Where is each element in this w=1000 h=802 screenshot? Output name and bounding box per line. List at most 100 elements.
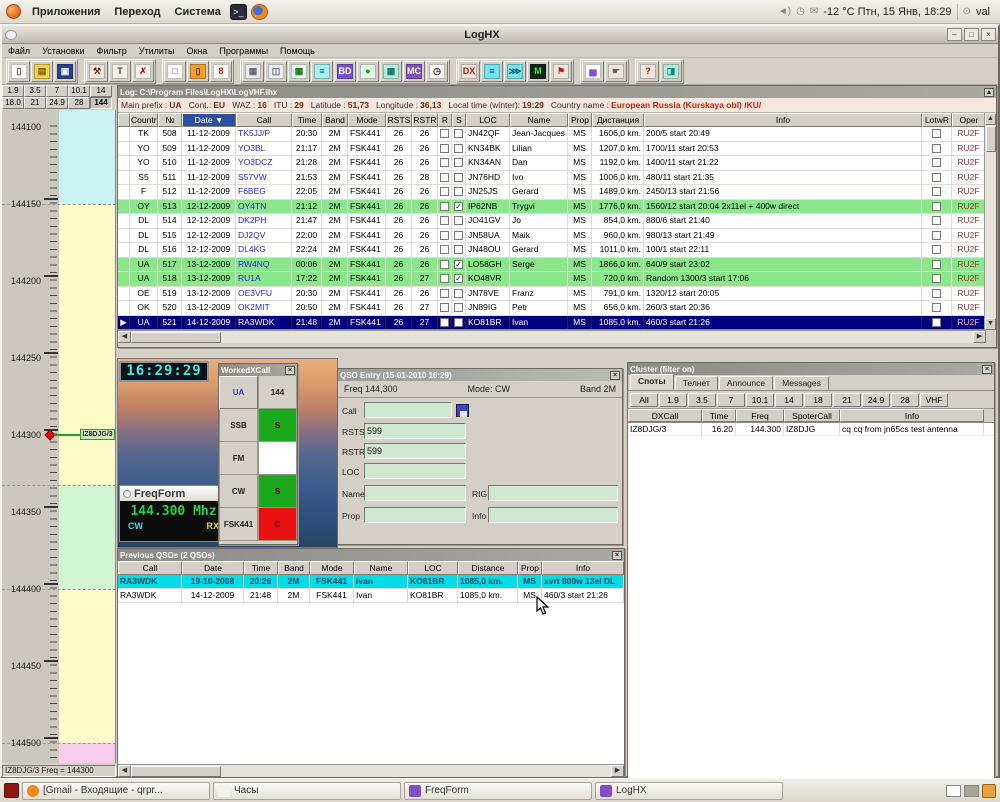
checkbox[interactable] xyxy=(932,289,941,298)
cluster-band-18[interactable]: 18 xyxy=(804,393,832,407)
checkbox[interactable] xyxy=(454,303,463,312)
cluster-band-14[interactable]: 14 xyxy=(775,393,803,407)
checkbox[interactable] xyxy=(440,318,449,327)
checkbox[interactable] xyxy=(454,187,463,196)
menu-Файл[interactable]: Файл xyxy=(8,46,30,56)
band-button-24.9[interactable]: 24.9 xyxy=(46,97,68,109)
delete-qso-button[interactable]: ✗ xyxy=(132,61,154,82)
help-button[interactable]: ? xyxy=(637,61,659,82)
card-view-button[interactable]: ◫ xyxy=(265,61,287,82)
table-row[interactable]: DL51612-12-2009DL4KG22:242MFSK4412626JN4… xyxy=(118,243,996,258)
worked-prefix-button[interactable]: UA xyxy=(219,376,258,409)
band-button-3.5[interactable]: 3.5 xyxy=(24,85,46,97)
journal-button[interactable]: ▯ xyxy=(187,61,209,82)
column-header-indicator[interactable] xyxy=(118,113,130,127)
dx-button[interactable]: DX xyxy=(458,61,480,82)
rsts-input[interactable]: 599 xyxy=(364,423,466,439)
map-button[interactable]: ▦ xyxy=(380,61,402,82)
user-name[interactable]: val xyxy=(976,6,994,18)
loghx-titlebar[interactable]: LogHX – □ × xyxy=(2,26,998,44)
checkbox[interactable] xyxy=(932,231,941,240)
checkbox[interactable] xyxy=(454,129,463,138)
minimize-button[interactable]: – xyxy=(947,28,962,41)
table-row[interactable]: OK52013-12-2009OK2MIT20:502MFSK4412627JN… xyxy=(118,301,996,316)
prev-column-Prop[interactable]: Prop xyxy=(518,561,542,575)
previous-hscrollbar[interactable]: ◀ ▶ xyxy=(118,764,624,777)
distro-logo-icon[interactable] xyxy=(6,4,21,19)
checkbox[interactable] xyxy=(454,216,463,225)
table-row[interactable]: OY51312-12-2009OY4TN21:122MFSK4412626✓IP… xyxy=(118,200,996,215)
clock-weather-applet[interactable]: -12 °C Птн, 15 Янв, 18:29 xyxy=(823,6,951,18)
checkbox[interactable] xyxy=(932,202,941,211)
prev-column-Date[interactable]: Date xyxy=(182,561,244,575)
checkbox[interactable] xyxy=(440,289,449,298)
close-button[interactable]: × xyxy=(981,28,996,41)
checkbox[interactable] xyxy=(454,231,463,240)
workspace-2[interactable] xyxy=(964,785,979,797)
taskbar-button--[interactable]: Часы xyxy=(213,782,401,800)
firefox-launcher-icon[interactable] xyxy=(251,4,268,20)
column-header-Prop[interactable]: Prop xyxy=(568,113,592,127)
checkbox[interactable] xyxy=(440,158,449,167)
previous-qsos-titlebar[interactable]: Previous QSOs (2 QSOs) × xyxy=(118,549,624,561)
clock-tool-button[interactable]: ◷ xyxy=(426,61,448,82)
scroll-thumb[interactable] xyxy=(131,766,221,777)
prop-input[interactable] xyxy=(364,507,466,523)
table-row[interactable]: ▶UA52114-12-2009RA3WDK21:482MFSK4412627K… xyxy=(118,316,996,331)
prev-column-Band[interactable]: Band xyxy=(278,561,310,575)
calendar-button[interactable]: 8 xyxy=(210,61,232,82)
scroll-down-icon[interactable]: ▼ xyxy=(985,318,996,330)
column-header-LOC[interactable]: LOC xyxy=(466,113,510,127)
cluster-band-3.5[interactable]: 3.5 xyxy=(688,393,716,407)
desktop-menu-Переход[interactable]: Переход xyxy=(114,6,160,18)
checkbox[interactable] xyxy=(440,202,449,211)
trash-icon[interactable] xyxy=(982,784,996,798)
cluster-band-VHF[interactable]: VHF xyxy=(920,393,948,407)
window-button[interactable]: □ xyxy=(164,61,186,82)
call-input[interactable] xyxy=(364,402,452,418)
spot-pin-button[interactable]: ⚑ xyxy=(550,61,572,82)
band-button-14[interactable]: 14 xyxy=(90,85,112,97)
cluster-column-DXCall[interactable]: DXCall xyxy=(628,409,702,422)
checkbox[interactable] xyxy=(440,260,449,269)
freqform-titlebar[interactable]: FreqForm xyxy=(120,486,227,501)
checkbox[interactable] xyxy=(454,158,463,167)
column-header-Country[interactable]: Country xyxy=(130,113,158,127)
cluster-band-1.9[interactable]: 1.9 xyxy=(659,393,687,407)
checkbox[interactable] xyxy=(440,144,449,153)
table-row[interactable]: S551111-12-2009S57VW21:532MFSK4412628JN7… xyxy=(118,171,996,186)
checkbox[interactable] xyxy=(440,303,449,312)
table-row[interactable]: DL51512-12-2009DJ2QV22:002MFSK4412626JN5… xyxy=(118,229,996,244)
taskbar-button-FreqForm[interactable]: FreqForm xyxy=(404,782,592,800)
column-header-Band[interactable]: Band xyxy=(322,113,348,127)
checkbox[interactable] xyxy=(440,274,449,283)
table-row[interactable]: YO50911-12-2009YO3BL21:172MFSK4412626KN3… xyxy=(118,142,996,157)
rig-input[interactable] xyxy=(488,485,618,501)
grid-view-button[interactable]: ▦ xyxy=(242,61,264,82)
workedxcall-close-icon[interactable]: × xyxy=(285,366,295,375)
cluster-column-Time[interactable]: Time xyxy=(702,409,736,422)
table-row[interactable]: UA51813-12-2009RU1A17:222MFSK4412627✓KO4… xyxy=(118,272,996,287)
power-icon[interactable]: ⊙ xyxy=(963,6,971,17)
exit-button[interactable]: ◨ xyxy=(660,61,682,82)
scroll-up-icon[interactable]: ▲ xyxy=(985,113,996,125)
save-log-button[interactable]: ▣ xyxy=(54,61,76,82)
column-header-№[interactable]: № xyxy=(158,113,182,127)
checkbox[interactable] xyxy=(440,129,449,138)
checkbox-checked[interactable]: ✓ xyxy=(454,202,463,211)
band-button-1.9[interactable]: 1.9 xyxy=(2,85,24,97)
worked-status-CW[interactable]: S xyxy=(258,475,297,508)
tab-Споты[interactable]: Споты xyxy=(630,374,674,390)
desktop-menu-Приложения[interactable]: Приложения xyxy=(32,6,100,18)
workspace-1[interactable] xyxy=(946,785,961,797)
worked-status-FSK441[interactable]: C xyxy=(258,508,297,541)
globe-button[interactable]: ● xyxy=(357,61,379,82)
menu-Утилиты[interactable]: Утилиты xyxy=(139,46,175,56)
prev-column-Call[interactable]: Call xyxy=(118,561,182,575)
save-qso-icon[interactable] xyxy=(456,404,469,417)
cluster-band-7[interactable]: 7 xyxy=(717,393,745,407)
cluster-column-Info[interactable]: Info xyxy=(840,409,984,422)
table-row[interactable]: DL51412-12-2009DK2PH21:472MFSK4412626JO4… xyxy=(118,214,996,229)
checkbox[interactable] xyxy=(932,158,941,167)
mc-button[interactable]: MC xyxy=(403,61,425,82)
